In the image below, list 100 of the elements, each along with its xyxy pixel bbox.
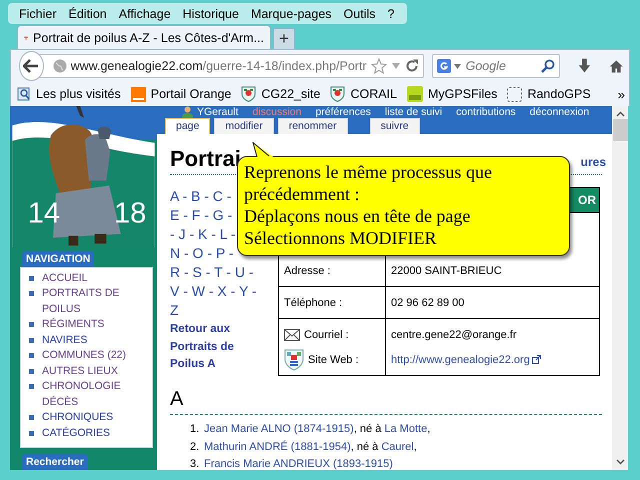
reload-icon[interactable] bbox=[404, 59, 419, 73]
bookmark-item[interactable]: MyGPSFiles bbox=[406, 86, 498, 102]
scroll-down-icon[interactable] bbox=[616, 459, 624, 465]
back-arrow-icon bbox=[23, 59, 40, 73]
user-link[interactable]: YGerault bbox=[197, 106, 238, 118]
bullet-icon bbox=[29, 368, 34, 374]
menu-item[interactable]: ? bbox=[382, 6, 402, 20]
callout-text: Sélectionnons MODIFIER bbox=[244, 227, 438, 249]
title-link[interactable]: ures bbox=[580, 155, 606, 169]
table-cell: 22000 SAINT-BRIEUC bbox=[391, 264, 502, 276]
menu-item[interactable]: Affichage bbox=[114, 6, 178, 20]
table-label: Site Web : bbox=[308, 354, 359, 366]
website-link[interactable]: http://www.genealogie22.org bbox=[391, 354, 541, 366]
menu-item[interactable]: Outils bbox=[338, 6, 382, 20]
download-icon[interactable] bbox=[578, 57, 590, 75]
navigation-link[interactable]: RÉGIMENTS bbox=[42, 317, 142, 332]
user-menu-link[interactable]: préférences bbox=[315, 106, 371, 118]
search-engine-icon bbox=[436, 59, 451, 73]
logo-year: 14 bbox=[28, 197, 60, 230]
back-link[interactable]: Retour aux Portraits de Poilus A bbox=[170, 321, 265, 374]
navigation-link[interactable]: NAVIRES bbox=[42, 332, 142, 348]
page-search-icon bbox=[17, 87, 31, 101]
navigation-link[interactable]: PORTRAITS DE POILUS bbox=[42, 286, 142, 317]
dropdown-icon[interactable] bbox=[454, 64, 461, 68]
scroll-thumb[interactable] bbox=[612, 119, 628, 141]
bullet-icon bbox=[29, 291, 34, 296]
user-menu-link[interactable]: déconnexion bbox=[530, 106, 590, 118]
letter-index-line[interactable]: A - B - C - bbox=[170, 187, 232, 206]
page-tab[interactable]: renommer bbox=[278, 118, 348, 134]
navigation-link[interactable]: AUTRES LIEUX bbox=[42, 364, 142, 379]
bookmark-item[interactable]: CORAIL bbox=[330, 86, 397, 102]
table-label: Adresse : bbox=[284, 264, 330, 276]
page-title: Portrai bbox=[170, 146, 241, 172]
page-tab[interactable]: modifier bbox=[214, 118, 274, 134]
letter-index-line[interactable]: N - O - P - bbox=[170, 244, 234, 262]
search-field[interactable]: Google bbox=[464, 58, 538, 74]
list-item: 2. Mathurin ANDRÉ (1881-1954), né à Caurel, bbox=[190, 440, 418, 454]
blank-page-icon bbox=[507, 86, 522, 102]
navigation-link[interactable]: CATÉGORIES bbox=[42, 426, 142, 441]
navigation-link[interactable]: COMMUNES (22) bbox=[42, 348, 142, 364]
navigation-link[interactable]: ACCUEIL bbox=[42, 270, 142, 286]
letter-index-line[interactable]: E - F - G - bbox=[170, 206, 232, 224]
browser-tab[interactable]: Portrait de poilus A-Z - Les Côtes-d'Arm... bbox=[17, 25, 271, 49]
navigation-link[interactable]: CHRONOLOGIE DÉCÈS bbox=[42, 379, 142, 410]
bookmarks-overflow-button[interactable]: » bbox=[618, 86, 625, 102]
envelope-icon bbox=[284, 328, 300, 340]
scroll-up-icon[interactable] bbox=[616, 111, 624, 117]
list-item: 3. Francis Marie ANDRIEUX (1893-1915) bbox=[190, 457, 394, 470]
bookmark-item[interactable]: RandoGPS bbox=[507, 86, 591, 102]
crest-icon bbox=[330, 86, 346, 102]
search-heading: Rechercher bbox=[22, 454, 88, 470]
letter-index-line[interactable]: Z bbox=[170, 301, 179, 320]
crest-icon bbox=[284, 348, 304, 370]
bullet-icon bbox=[29, 338, 34, 342]
bullet-icon bbox=[29, 276, 34, 280]
person-link[interactable]: Francis Marie ANDRIEUX (1893-1915) bbox=[204, 458, 393, 470]
table-cell: centre.gene22@orange.fr bbox=[391, 328, 517, 340]
search-bar[interactable]: Google bbox=[432, 54, 560, 78]
globe-icon bbox=[52, 59, 67, 73]
person-link[interactable]: Mathurin ANDRÉ (1881-1954) bbox=[204, 440, 351, 452]
portal-logo-icon bbox=[130, 86, 146, 102]
scrollbar[interactable] bbox=[612, 106, 628, 470]
bullet-icon bbox=[29, 415, 34, 420]
navigation-link[interactable]: CHRONIQUES bbox=[42, 410, 142, 426]
place-link[interactable]: Caurel bbox=[381, 440, 414, 452]
user-menu-link[interactable]: contributions bbox=[456, 106, 516, 118]
table-label: Courriel : bbox=[304, 328, 349, 340]
user-menu-link[interactable]: liste de suivi bbox=[384, 106, 442, 118]
table-cell: 02 96 62 89 00 bbox=[391, 296, 464, 308]
menu-item[interactable]: Fichier bbox=[14, 6, 64, 20]
crest-icon bbox=[241, 86, 256, 102]
star-icon[interactable] bbox=[370, 58, 387, 74]
menu-item[interactable]: Historique bbox=[178, 6, 246, 20]
place-link[interactable]: La Motte bbox=[384, 423, 428, 435]
back-button[interactable] bbox=[19, 51, 44, 81]
search-icon[interactable] bbox=[540, 59, 555, 73]
bullet-icon bbox=[29, 353, 34, 358]
navigation-heading: NAVIGATION bbox=[22, 250, 94, 266]
person-link[interactable]: Jean Marie ALNO (1874-1915) bbox=[204, 423, 354, 435]
user-icon bbox=[182, 106, 193, 118]
external-link-icon bbox=[532, 355, 541, 364]
bookmark-item[interactable]: Portail Orange bbox=[130, 86, 232, 102]
bullet-icon bbox=[29, 384, 34, 389]
gps-square-icon bbox=[406, 86, 423, 102]
bookmark-item[interactable]: CG22_site bbox=[241, 86, 320, 102]
logo-year: 18 bbox=[114, 197, 146, 230]
section-heading: A bbox=[170, 388, 602, 415]
new-tab-button[interactable]: + bbox=[273, 28, 295, 49]
letter-index-line[interactable]: V - W - X - Y - bbox=[170, 282, 257, 300]
home-icon[interactable] bbox=[608, 58, 624, 74]
bullet-icon bbox=[29, 322, 34, 327]
table-label: Téléphone : bbox=[284, 296, 342, 308]
letter-index-line[interactable]: R - S - T - U - bbox=[170, 263, 254, 282]
bullet-icon bbox=[29, 430, 34, 436]
menu-item[interactable]: Édition bbox=[64, 6, 114, 20]
page-tab[interactable]: suivre bbox=[370, 118, 420, 134]
menu-item[interactable]: Marque-pages bbox=[246, 6, 339, 20]
page-tab[interactable]: page bbox=[165, 118, 210, 134]
bookmark-item[interactable]: Les plus visités bbox=[17, 87, 121, 101]
letter-index-line[interactable]: - J - K - L - bbox=[170, 225, 236, 244]
